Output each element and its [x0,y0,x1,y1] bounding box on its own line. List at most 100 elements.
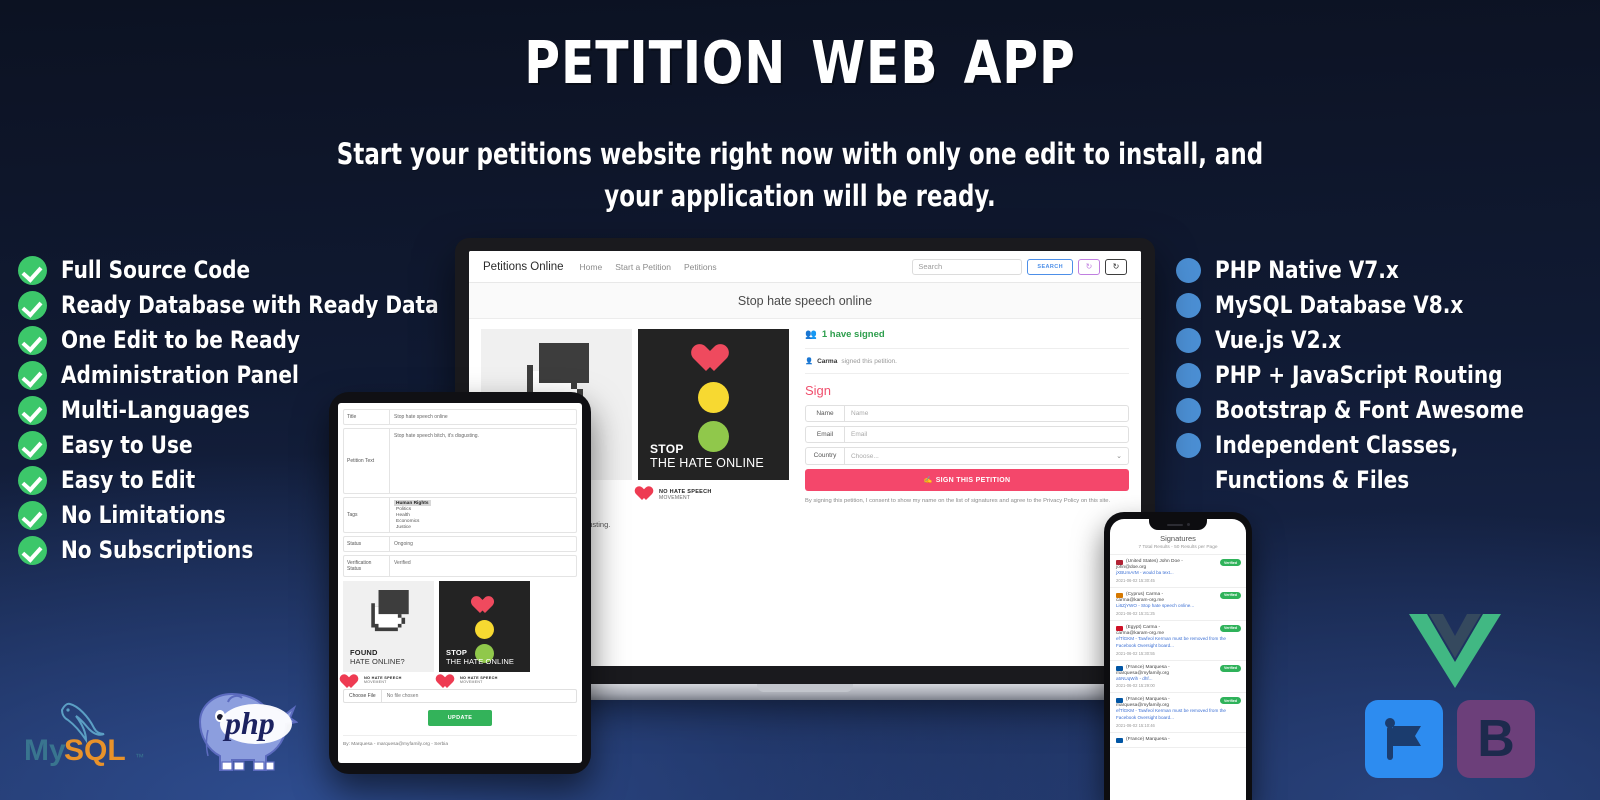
search-button[interactable]: SEARCH [1027,258,1073,275]
poster-caption-line2: THE HATE ONLINE [446,657,515,666]
check-icon [18,466,47,495]
signatures-results-count: 7 Total Results - 50 Results per Page [1110,545,1246,555]
country-select[interactable]: Choose... ⌄ [844,447,1129,465]
status-badge: Verified [1220,559,1241,566]
signature-name: (France) Marquesa - [1126,664,1170,670]
title-field-input[interactable]: Stop hate speech online [390,410,576,424]
update-button[interactable]: UPDATE [428,710,492,726]
list-item[interactable]: Verified (Cyprus) Carma - carma@karam-or… [1110,588,1246,621]
feature-label: One Edit to be Ready [61,326,301,354]
poster-image-dark: STOP THE HATE ONLINE [439,581,530,672]
feature-item: Functions & Files [1176,465,1547,495]
heart-icon [439,675,455,685]
list-item[interactable]: Verified (France) Marquesa - marquesa@my… [1110,661,1246,694]
tags-label: Tags [344,498,390,532]
name-input[interactable]: Name [844,405,1129,422]
signature-link[interactable]: a5NUqWih - dhf... [1116,676,1240,683]
signature-link[interactable]: efTlGKM - Tawfeol Kerman must be removed… [1116,636,1240,650]
svg-text:™: ™ [135,752,144,762]
title-field-row: Title Stop hate speech online [343,409,577,425]
status-badge: Verified [1220,664,1241,672]
phone-notch [1149,519,1207,530]
status-select[interactable]: Ongoing [390,537,576,551]
feature-item: Ready Database with Ready Data [18,290,467,320]
consent-text: By signing this petition, I consent to s… [805,498,1111,504]
nav-link-home[interactable]: Home [580,262,603,272]
tag-option[interactable]: Justice [394,524,431,530]
list-item[interactable]: Verified (France) Marquesa - marquesa@my… [1110,693,1246,734]
petition-text-textarea[interactable]: Stop hate speech bitch, it's disgusting. [390,429,576,493]
tablet-screen: Title Stop hate speech online Petition T… [338,403,582,763]
country-select-value: Choose... [851,452,879,460]
flag-icon [1116,738,1123,744]
logo-line2: MOVEMENT [659,494,691,501]
signer-text: signed this petition. [841,357,897,365]
tags-multiselect[interactable]: Human Rights Politics Health Economics J… [390,498,435,532]
file-upload-row[interactable]: Choose File No file chosen [343,689,577,703]
logo-line1: NO HATE SPEECH [659,488,712,495]
page-title: Petition Web App [524,5,1076,103]
tablet-mockup: Title Stop hate speech online Petition T… [329,392,591,774]
signature-link[interactable]: efTlGKM - Tawfeol Kerman must be removed… [1116,708,1240,722]
poster-stop-hate: STOP THE HATE ONLINE NO HATE SPEECH MOVE… [638,329,789,506]
signature-link[interactable]: Li6ZjYWO - Stop hate speech online... [1116,603,1240,610]
bootstrap-letter: B [1477,710,1515,768]
tags-row: Tags Human Rights Politics Health Econom… [343,497,577,533]
signature-name: (France) Marquesa - [1126,697,1170,703]
petition-byline: By: Marquesa - marquesa@myfamily.org - S… [343,735,577,747]
list-item[interactable]: Verified (Egypt) Carma - carma@karam-org… [1110,621,1246,661]
refresh-icon-button-dark[interactable]: ↻ [1105,258,1127,275]
user-check-icon: 👤 [805,358,814,365]
check-icon [18,396,47,425]
refresh-icon-button-purple[interactable]: ↻ [1078,258,1100,275]
bootstrap-logo: B [1457,700,1535,778]
feature-label: PHP + JavaScript Routing [1215,361,1503,389]
sign-petition-button[interactable]: ✍ SIGN THIS PETITION [805,469,1129,491]
signer-name: Carma [817,357,838,365]
feature-label: MySQL Database V8.x [1215,291,1464,319]
nav-link-start-petition[interactable]: Start a Petition [615,262,671,272]
navbar-right: Search SEARCH ↻ ↻ [912,258,1127,275]
page-subtitle: Start your petitions website right now w… [336,137,1264,214]
traffic-light-yellow [697,382,729,413]
choose-file-button[interactable]: Choose File [344,690,382,702]
list-item[interactable]: Verified (United States) John Doe - john… [1110,555,1246,588]
bullet-icon [1176,258,1201,283]
email-field-row: Email Email [805,426,1129,443]
tag-option-selected[interactable]: Human Rights [394,500,431,506]
poster-caption-line1: STOP [446,648,468,657]
list-item[interactable]: (France) Marquesa - [1110,733,1246,749]
signature-link[interactable]: jXBUmArM - would ba text... [1116,570,1240,577]
feature-label: Easy to Use [61,431,193,459]
features-right-list: PHP Native V7.x MySQL Database V8.x Vue.… [1176,255,1547,500]
site-brand[interactable]: Petitions Online [483,261,564,273]
nav-link-petitions[interactable]: Petitions [684,262,717,272]
status-badge: Verified [1220,624,1241,632]
feature-label: Independent Classes, [1215,431,1459,459]
check-icon [18,256,47,285]
heart-icon [475,597,495,615]
site-navbar: Petitions Online Home Start a Petition P… [469,251,1141,283]
navbar-links: Home Start a Petition Petitions [580,262,717,272]
cursor-hand-icon [371,590,409,632]
chevron-down-icon: ⌄ [1116,453,1122,460]
name-field-row: Name Name [805,405,1129,422]
signature-name: (Egypt) Carma - [1126,624,1161,630]
email-input[interactable]: Email [844,426,1129,443]
tablet-posters: FOUND HATE ONLINE? NO HATE SPEECH MOVEME… [343,581,577,685]
poster-caption-line1: FOUND [350,648,378,657]
signature-name: (Cyprus) Carma - [1126,591,1164,597]
check-icon [18,361,47,390]
verification-select[interactable]: Verified [390,556,576,576]
check-icon [18,291,47,320]
flag-icon [1116,665,1123,671]
poster-caption-line2: HATE ONLINE? [350,657,405,666]
tablet-poster-stop: STOP THE HATE ONLINE NO HATE SPEECH MOVE… [439,581,530,685]
promo-banner: Petition Web App Start your petitions we… [0,0,1600,800]
heart-icon [698,345,730,374]
heart-icon [343,675,359,685]
search-input[interactable]: Search [912,258,1023,275]
traffic-light-yellow [474,620,494,639]
users-icon: 👥 [805,329,817,340]
feature-label: Easy to Edit [61,466,196,494]
